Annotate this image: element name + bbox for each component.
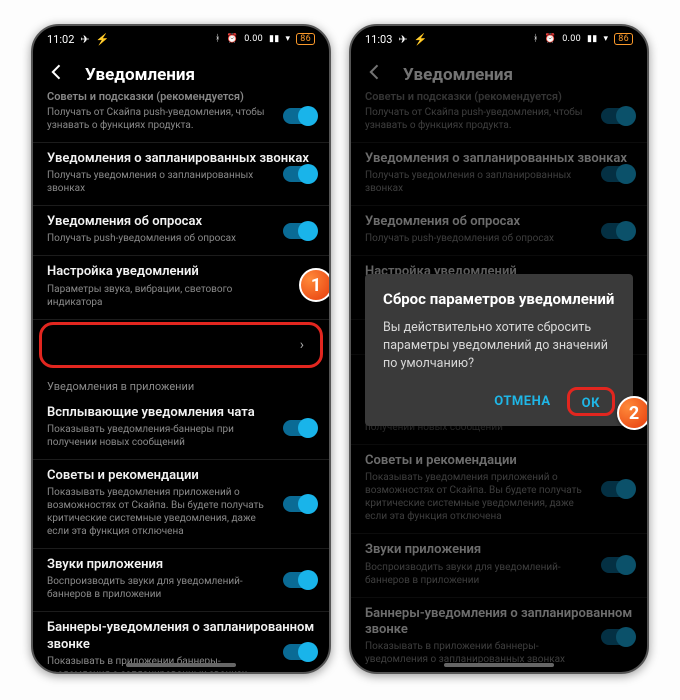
page-title: Уведомления — [403, 65, 513, 85]
toggle-switch[interactable] — [283, 108, 317, 124]
row-tips: Советы и подсказки (рекомендуется) Получ… — [351, 90, 647, 143]
toggle-switch[interactable] — [283, 572, 317, 588]
row-title: Звуки приложения — [47, 557, 315, 573]
row-polls: Уведомления об опросах Получать push-уве… — [351, 206, 647, 256]
toggle-switch[interactable] — [283, 223, 317, 239]
row-title: Уведомления о запланированных звонках — [47, 151, 315, 167]
status-time: 11:02 — [47, 33, 74, 46]
toggle-switch[interactable] — [283, 420, 317, 436]
status-time: 11:03 — [365, 33, 392, 46]
home-indicator — [444, 663, 554, 667]
dialog-actions: ОТМЕНА ОК — [383, 387, 615, 416]
section-label: Уведомления в приложении — [33, 370, 329, 397]
alarm-icon: ⏰ — [545, 34, 557, 44]
row-tune[interactable]: Настройка уведомлений Параметры звука, в… — [33, 256, 329, 319]
row-sub: Получать push-уведомления об опросах — [47, 232, 315, 245]
row-sounds: Звуки приложения Воспроизводить звуки дл… — [351, 534, 647, 597]
dialog-title: Сброс параметров уведомлений — [383, 290, 615, 309]
row-sounds[interactable]: Звуки приложения Воспроизводить звуки дл… — [33, 549, 329, 612]
callout-badge-2: 2 — [617, 396, 649, 430]
send-icon: ✈ — [398, 33, 407, 46]
dialog-message: Вы действительно хотите сбросить парамет… — [383, 319, 615, 373]
send-icon: ✈ — [80, 33, 89, 46]
toggle-switch — [601, 108, 635, 124]
bolt-icon: ⚡ — [414, 33, 428, 46]
net-speed: 0.00 — [562, 34, 581, 44]
phone-left: 11:02 ✈ ⚡ ᚼ ⏰ 0.00 ▮▮ ▾ 86 Уведомления С… — [31, 24, 331, 674]
ok-button-highlight: ОК — [567, 387, 615, 416]
wifi-icon: ▾ — [285, 34, 290, 44]
signal-icon: ▮▮ — [587, 34, 598, 44]
toggle-switch — [601, 481, 635, 497]
back-icon[interactable] — [365, 62, 385, 87]
row-sub: Воспроизводить звуки для уведомлений-бан… — [47, 575, 315, 601]
page-title: Уведомления — [85, 65, 195, 85]
toggle-switch[interactable] — [283, 166, 317, 182]
confirm-dialog: Сброс параметров уведомлений Вы действит… — [365, 274, 633, 426]
status-bar: 11:03 ✈ ⚡ ᚼ ⏰ 0.00 ▮▮ ▾ 86 — [351, 26, 647, 52]
toggle-switch — [601, 629, 635, 645]
ok-button[interactable]: ОК — [572, 390, 610, 417]
row-sub: Получать уведомления о запланированных з… — [47, 169, 315, 195]
bt-icon: ᚼ — [533, 34, 539, 44]
row-reset-highlight[interactable]: Сброс параметров уведомлений › — [39, 322, 323, 368]
row-sub: Показывать уведомления-баннеры при получ… — [47, 423, 315, 449]
row-sub: Получать от Скайпа push-уведомления, что… — [47, 106, 315, 132]
toggle-switch[interactable] — [283, 496, 317, 512]
row-sub: Показывать уведомления приложений о возм… — [47, 486, 315, 538]
battery-icon: 86 — [296, 33, 315, 45]
wifi-icon: ▾ — [603, 34, 608, 44]
battery-icon: 86 — [614, 33, 633, 45]
toggle-switch — [601, 166, 635, 182]
home-indicator — [126, 663, 236, 667]
row-title: Советы и рекомендации — [47, 468, 315, 484]
alarm-icon: ⏰ — [227, 34, 239, 44]
toggle-switch — [601, 557, 635, 573]
row-popup[interactable]: Всплывающие уведомления чата Показывать … — [33, 397, 329, 460]
cancel-button[interactable]: ОТМЕНА — [484, 388, 560, 415]
row-title: Настройка уведомлений — [47, 264, 315, 280]
row-polls[interactable]: Уведомления об опросах Получать push-уве… — [33, 206, 329, 256]
phone-right: 11:03 ✈ ⚡ ᚼ ⏰ 0.00 ▮▮ ▾ 86 Уведомления С… — [349, 24, 649, 674]
row-title: Всплывающие уведомления чата — [47, 405, 315, 421]
callout-badge-1: 1 — [299, 268, 331, 302]
signal-icon: ▮▮ — [269, 34, 280, 44]
toggle-switch[interactable] — [283, 644, 317, 660]
bolt-icon: ⚡ — [96, 33, 110, 46]
row-title: Советы и подсказки (рекомендуется) — [47, 90, 315, 104]
row-sub: Параметры звука, вибрации, светового инд… — [47, 283, 315, 309]
row-title: Уведомления об опросах — [47, 214, 315, 230]
row-title: Баннеры-уведомления о запланированном зв… — [47, 620, 315, 653]
row-scheduled[interactable]: Уведомления о запланированных звонках По… — [33, 143, 329, 206]
back-icon[interactable] — [47, 62, 67, 87]
settings-list[interactable]: Советы и подсказки (рекомендуется) Получ… — [33, 90, 329, 672]
bt-icon: ᚼ — [215, 34, 221, 44]
row-banner: Баннеры-уведомления о запланированном зв… — [351, 598, 647, 673]
toggle-switch — [601, 223, 635, 239]
status-bar: 11:02 ✈ ⚡ ᚼ ⏰ 0.00 ▮▮ ▾ 86 — [33, 26, 329, 52]
row-scheduled: Уведомления о запланированных звонках По… — [351, 143, 647, 206]
row-tips[interactable]: Советы и подсказки (рекомендуется) Получ… — [33, 90, 329, 143]
row-reco[interactable]: Советы и рекомендации Показывать уведомл… — [33, 460, 329, 549]
net-speed: 0.00 — [244, 34, 263, 44]
chevron-right-icon: › — [300, 337, 304, 353]
row-title: Сброс параметров уведомлений — [52, 337, 310, 353]
row-reco: Советы и рекомендации Показывать уведомл… — [351, 445, 647, 534]
